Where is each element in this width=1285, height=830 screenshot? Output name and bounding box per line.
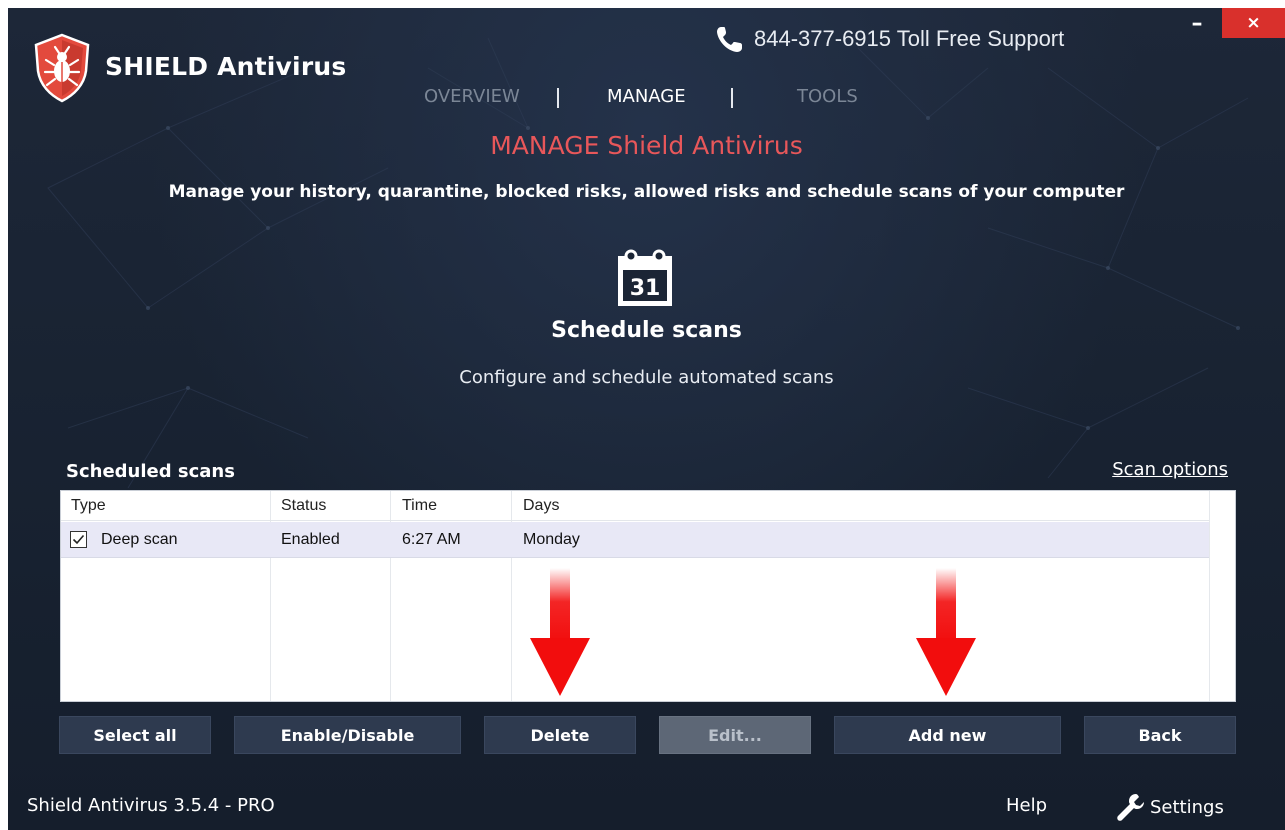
page-subtitle: Manage your history, quarantine, blocked…: [168, 182, 1125, 202]
tab-divider: [557, 88, 559, 108]
scheduled-scans-heading: Scheduled scans: [66, 461, 235, 482]
calendar-day: 31: [630, 276, 661, 301]
scan-options-link[interactable]: Scan options: [1112, 459, 1228, 480]
column-header-type[interactable]: Type: [71, 497, 106, 515]
table-header: Type Status Time Days: [61, 491, 1235, 521]
section-subtitle: Configure and schedule automated scans: [459, 367, 834, 388]
shield-bug-icon: [34, 33, 90, 103]
settings-link[interactable]: Settings: [1114, 791, 1224, 823]
minimize-button[interactable]: –: [1176, 8, 1218, 38]
close-button[interactable]: ×: [1222, 8, 1285, 38]
column-divider: [511, 491, 512, 520]
tab-overview[interactable]: OVERVIEW: [424, 86, 520, 107]
help-link[interactable]: Help: [1006, 795, 1047, 816]
support-phone-text: 844-377-6915 Toll Free Support: [754, 26, 1065, 51]
column-header-status[interactable]: Status: [281, 497, 326, 515]
table-scrollbar[interactable]: [1209, 491, 1235, 701]
cell-type: Deep scan: [101, 531, 178, 548]
wrench-icon: [1117, 794, 1144, 821]
column-header-time[interactable]: Time: [402, 497, 437, 515]
settings-label: Settings: [1150, 796, 1224, 818]
page-title: MANAGE Shield Antivirus: [490, 131, 803, 160]
app-window: – × SHIELD Antivirus 844-377-6915 Toll F…: [8, 8, 1285, 830]
calendar-icon: 31: [618, 249, 672, 306]
cell-status: Enabled: [281, 531, 340, 548]
support-phone: 844-377-6915 Toll Free Support: [715, 24, 1064, 54]
column-divider: [270, 491, 271, 520]
back-button[interactable]: Back: [1084, 716, 1236, 754]
row-checkbox[interactable]: [70, 531, 87, 548]
delete-button[interactable]: Delete: [484, 716, 636, 754]
red-down-arrow-add-new: [916, 568, 976, 696]
version-label: Shield Antivirus 3.5.4 - PRO: [27, 795, 275, 816]
enable-disable-button[interactable]: Enable/Disable: [234, 716, 461, 754]
tab-divider: [731, 88, 733, 108]
tab-manage[interactable]: MANAGE: [607, 86, 686, 107]
edit-button[interactable]: Edit...: [659, 716, 811, 754]
red-down-arrow-delete: [530, 568, 590, 696]
add-new-button[interactable]: Add new: [834, 716, 1061, 754]
column-divider: [390, 491, 391, 520]
table-row[interactable]: Deep scan Enabled 6:27 AM Monday: [61, 522, 1211, 558]
scheduled-scans-table: Type Status Time Days Deep scan Enabled …: [60, 490, 1236, 702]
checkmark-icon: [72, 534, 85, 545]
phone-icon: [717, 27, 742, 52]
section-title: Schedule scans: [551, 318, 742, 343]
cell-time: 6:27 AM: [402, 531, 461, 548]
column-header-days[interactable]: Days: [523, 497, 559, 515]
app-title: SHIELD Antivirus: [105, 52, 347, 81]
select-all-button[interactable]: Select all: [59, 716, 211, 754]
cell-days: Monday: [523, 531, 580, 548]
tab-tools[interactable]: TOOLS: [797, 86, 858, 107]
